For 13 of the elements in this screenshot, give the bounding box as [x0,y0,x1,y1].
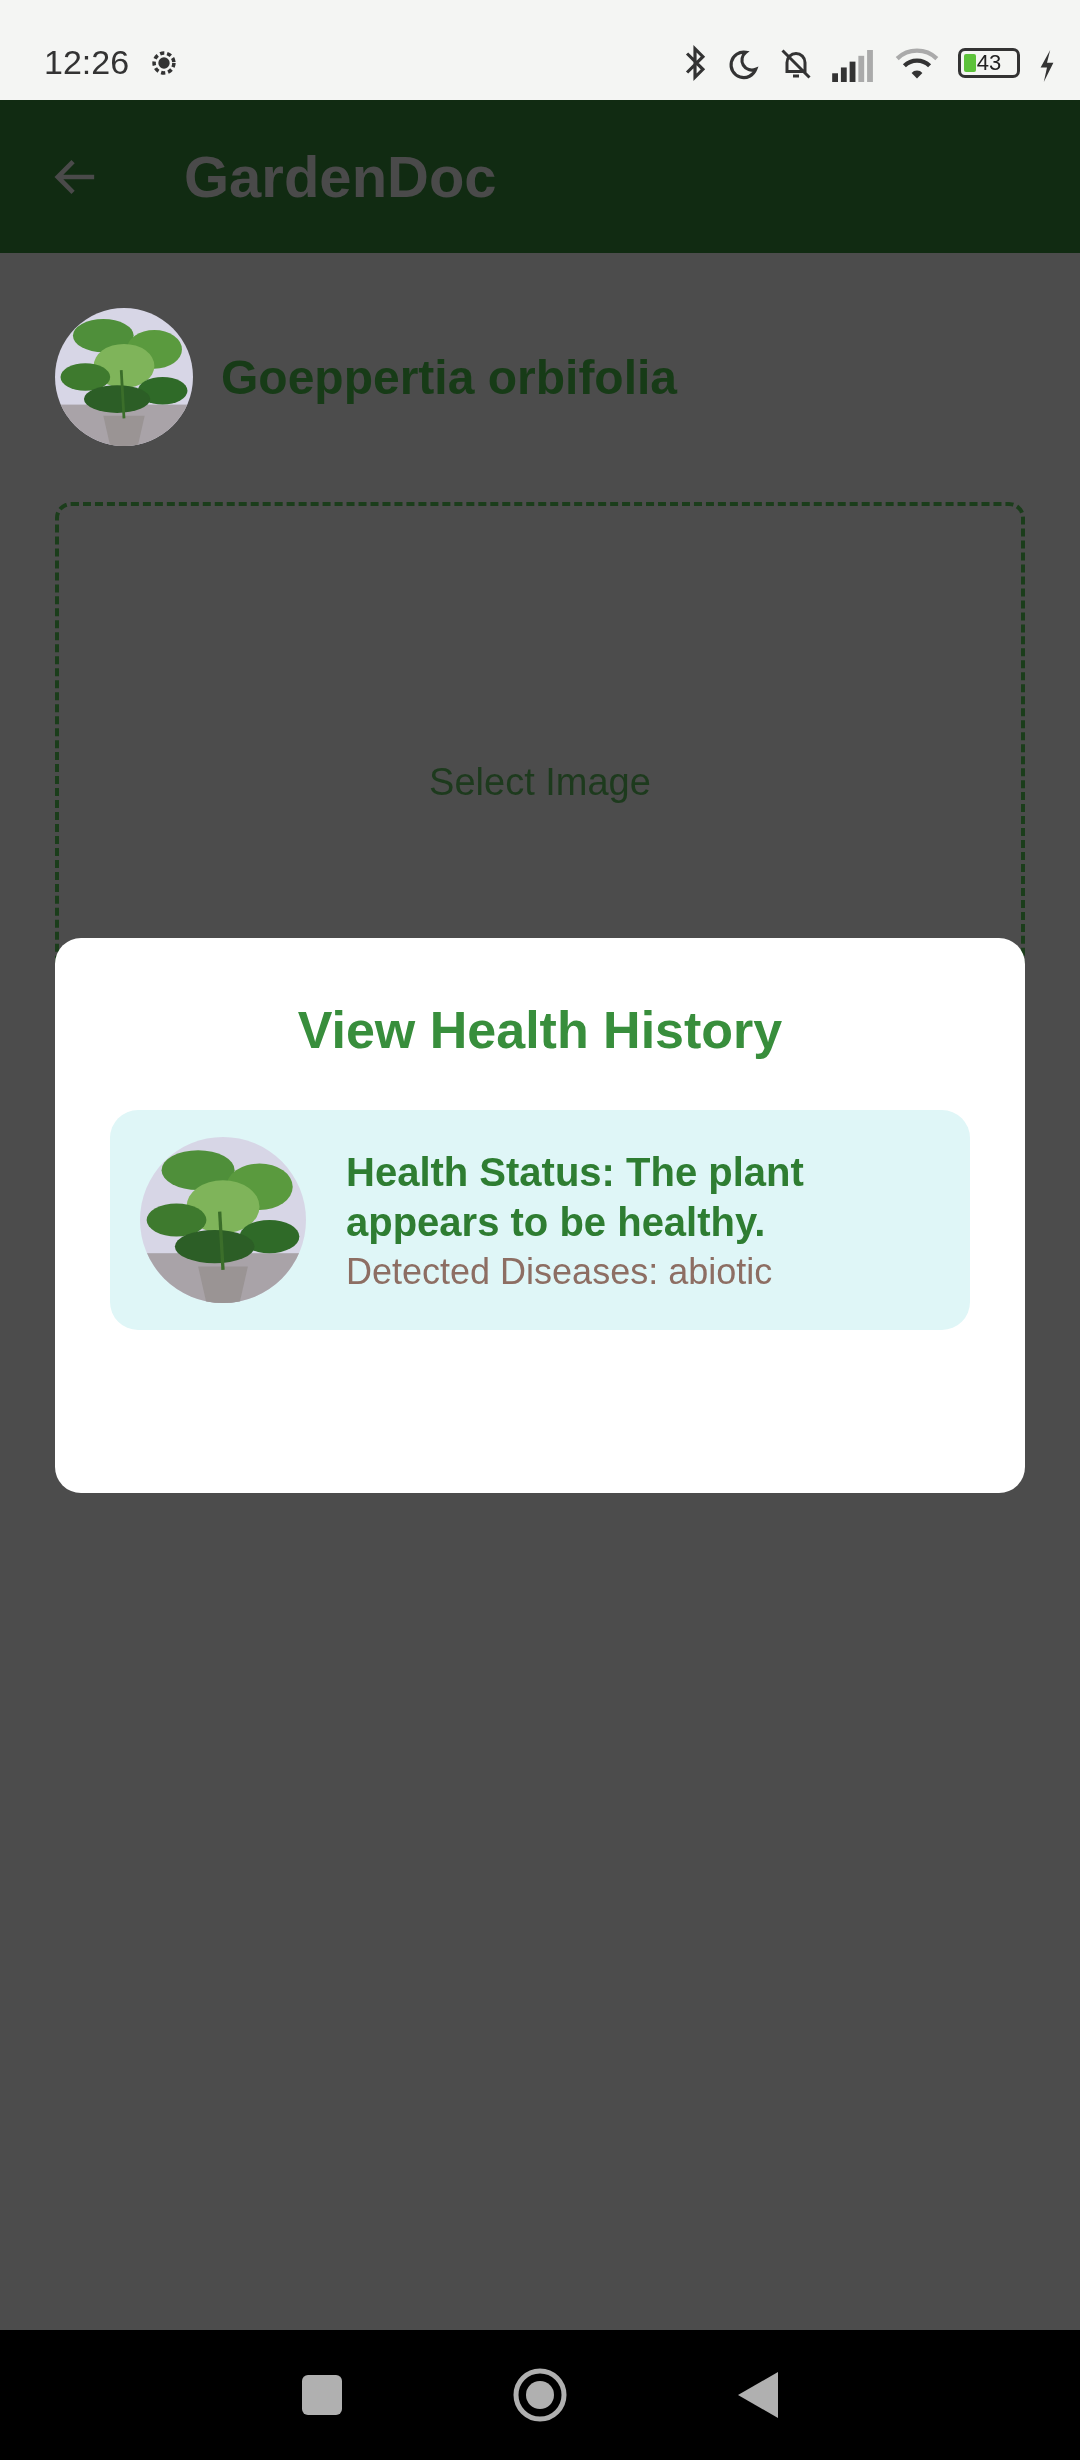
battery-fill [964,54,977,72]
status-time: 12:26 [44,43,130,82]
moon-icon [726,48,760,82]
signal-icon [832,50,876,82]
charging-icon [1038,50,1056,82]
history-card[interactable]: Health Status: The plant appears to be healthy. Detected Diseases: abiotic [110,1110,970,1330]
battery-percent: 43 [976,52,1002,74]
back-nav-icon[interactable] [738,2372,778,2418]
app-title: GardenDoc [184,143,497,210]
detected-diseases: Detected Diseases: abiotic [346,1251,774,1293]
health-status: Health Status: The plant appears to be healthy. [346,1149,805,1246]
dialog-title: View Health History [297,1000,783,1060]
home-nav-icon[interactable] [512,2367,568,2423]
